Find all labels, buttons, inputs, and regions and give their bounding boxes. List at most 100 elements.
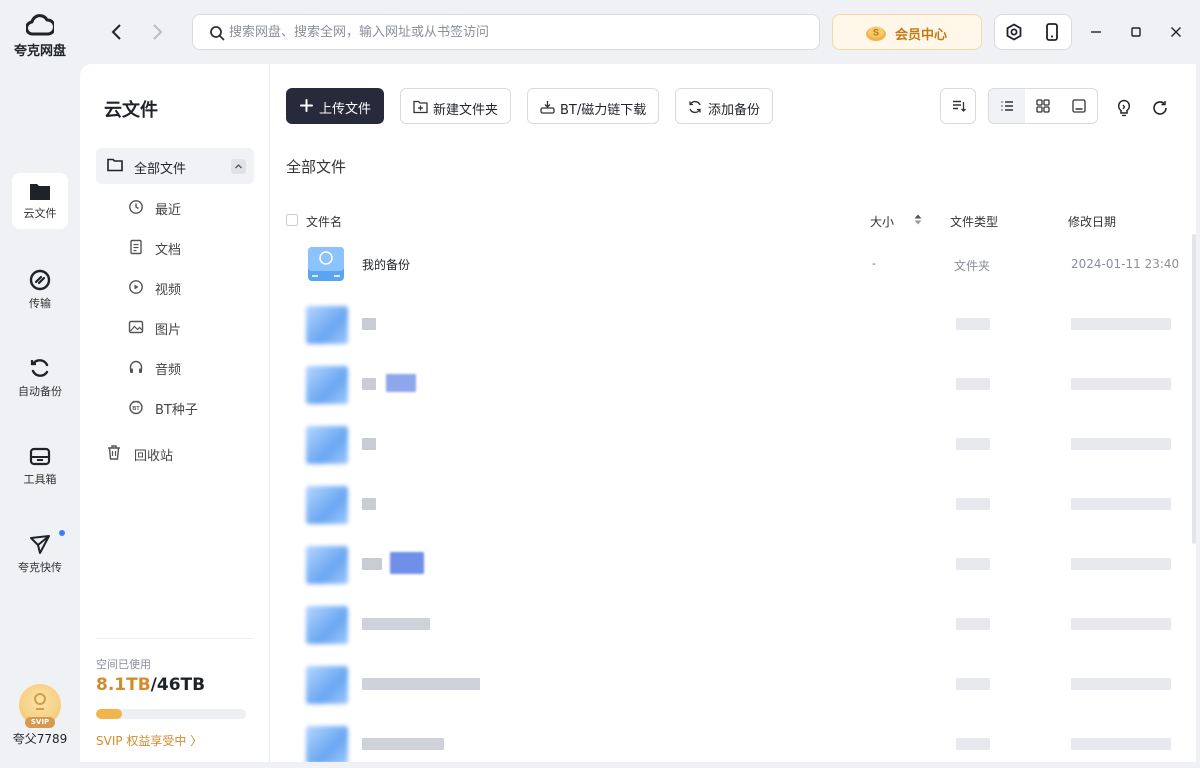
new-folder-button[interactable]: 新建文件夹 — [400, 88, 511, 124]
svip-badge: SVIP — [25, 717, 55, 728]
sort-button[interactable] — [941, 89, 977, 123]
back-button[interactable] — [106, 21, 128, 43]
sidebar-item-bt-torrents[interactable]: BT BT种子 — [128, 392, 254, 422]
bt-download-button[interactable]: BT/磁力链下载 — [527, 88, 659, 124]
tips-button[interactable] — [1114, 98, 1134, 118]
table-row-redacted[interactable] — [286, 294, 1186, 354]
add-backup-button[interactable]: 添加备份 — [675, 88, 773, 124]
sidebar-item-videos[interactable]: 视频 — [128, 272, 254, 302]
rail-item-quick-share[interactable]: 夸克快传 — [12, 525, 68, 581]
sidebar-item-label: 最近 — [155, 203, 182, 218]
search-icon — [210, 26, 225, 41]
redacted-date — [1071, 318, 1171, 330]
upload-file-button[interactable]: 上传文件 — [286, 88, 384, 124]
blurred-folder-icon — [306, 486, 348, 524]
settings-button[interactable] — [995, 15, 1033, 49]
rail-item-auto-backup[interactable]: 自动备份 — [12, 349, 68, 405]
column-header-name[interactable]: 文件名 — [306, 213, 342, 230]
redacted-date — [1071, 558, 1171, 570]
refresh-button[interactable] — [1150, 98, 1170, 118]
blurred-folder-icon — [306, 426, 348, 464]
user-avatar-icon — [34, 693, 46, 710]
app-rail: 夸克网盘 云文件 传输 自动备份 工具箱 夸克快传 SVIP 夸父7789 — [0, 0, 80, 768]
sort-arrows-icon[interactable] — [914, 214, 922, 225]
redacted-date — [1071, 678, 1171, 690]
top-icon-group — [994, 14, 1072, 50]
redacted-date — [1071, 438, 1171, 450]
forward-button[interactable] — [146, 21, 168, 43]
hexagon-settings-icon — [1006, 23, 1022, 41]
upload-file-label: 上传文件 — [319, 102, 372, 117]
sidebar-item-all-files[interactable]: 全部文件 — [96, 148, 254, 184]
image-icon — [128, 320, 144, 334]
preview-view-icon — [1072, 99, 1086, 113]
table-row-redacted[interactable] — [286, 414, 1186, 474]
member-center-button[interactable]: S 会员中心 — [832, 14, 982, 50]
grid-view-icon — [1036, 99, 1050, 113]
blurred-folder-icon — [306, 306, 348, 344]
table-row-redacted[interactable] — [286, 654, 1186, 714]
mobile-button[interactable] — [1033, 15, 1071, 49]
redacted-name — [362, 618, 430, 630]
search-input[interactable] — [229, 15, 809, 49]
file-date: 2024-01-11 23:40 — [1071, 257, 1180, 271]
table-row-redacted[interactable] — [286, 714, 1186, 762]
breadcrumb[interactable]: 全部文件 — [286, 156, 346, 177]
table-row-redacted[interactable] — [286, 474, 1186, 534]
close-button[interactable] — [1166, 22, 1186, 42]
redacted-type — [956, 558, 990, 570]
preview-view-button[interactable] — [1061, 89, 1097, 123]
sort-icon — [953, 100, 966, 112]
redacted-type — [956, 738, 990, 750]
column-header-type[interactable]: 文件类型 — [950, 213, 998, 230]
rail-item-cloud-files[interactable]: 云文件 — [12, 173, 68, 229]
svip-benefits-link[interactable]: SVIP 权益享受中 〉 — [96, 732, 202, 749]
sidebar-item-label: 视频 — [155, 283, 182, 298]
sidebar-item-recycle-bin[interactable]: 回收站 — [106, 442, 246, 464]
column-header-size[interactable]: 大小 — [870, 213, 894, 230]
redacted-type — [956, 378, 990, 390]
table-row-redacted[interactable] — [286, 534, 1186, 594]
redacted-type — [956, 498, 990, 510]
paper-plane-icon — [30, 535, 50, 554]
sidebar-item-audio[interactable]: 音频 — [128, 352, 254, 382]
sidebar-item-label: 回收站 — [134, 449, 174, 464]
collapse-toggle[interactable] — [231, 159, 246, 174]
coin-icon: S — [866, 26, 886, 41]
sidebar-item-recent[interactable]: 最近 — [128, 192, 254, 222]
username[interactable]: 夸父7789 — [0, 730, 80, 747]
table-row-redacted[interactable] — [286, 354, 1186, 414]
storage-total-amount: /46TB — [150, 675, 206, 695]
rail-item-toolbox[interactable]: 工具箱 — [12, 437, 68, 493]
redacted-name — [362, 558, 382, 570]
magnet-download-icon — [540, 101, 555, 114]
table-row[interactable]: 我的备份 - 文件夹 2024-01-11 23:40 — [286, 234, 1186, 294]
rail-item-transfer[interactable]: 传输 — [12, 261, 68, 317]
maximize-button[interactable] — [1126, 22, 1146, 42]
avatar[interactable]: SVIP — [19, 684, 61, 728]
table-row-redacted[interactable] — [286, 594, 1186, 654]
blurred-folder-icon — [306, 726, 348, 762]
sync-small-icon — [689, 100, 701, 114]
column-header-date[interactable]: 修改日期 — [1068, 213, 1116, 230]
headphones-icon — [129, 360, 143, 373]
sidebar-item-images[interactable]: 图片 — [128, 312, 254, 342]
rail-label: 传输 — [29, 297, 51, 310]
file-type: 文件夹 — [954, 259, 991, 273]
svg-text:BT: BT — [132, 406, 140, 412]
scrollbar[interactable] — [1192, 234, 1196, 544]
divider — [96, 638, 254, 639]
minimize-button[interactable] — [1086, 22, 1106, 42]
sidebar-item-documents[interactable]: 文档 — [128, 232, 254, 262]
chevron-up-icon — [235, 164, 242, 169]
redacted-name — [362, 498, 376, 510]
chevron-right-icon — [153, 24, 163, 40]
rail-label: 夸克快传 — [18, 561, 62, 574]
grid-view-button[interactable] — [1025, 89, 1061, 123]
bt-icon: BT — [129, 400, 143, 415]
close-icon — [1171, 27, 1181, 37]
list-view-button[interactable] — [989, 89, 1025, 123]
rail-label: 云文件 — [23, 207, 57, 220]
chevron-left-icon — [111, 24, 121, 40]
select-all-checkbox[interactable] — [286, 214, 298, 226]
